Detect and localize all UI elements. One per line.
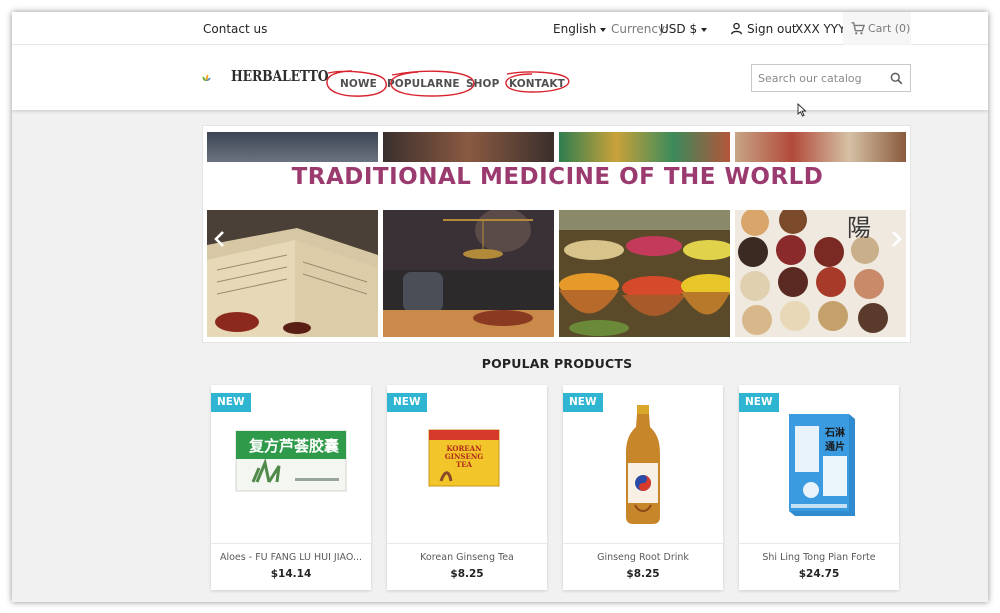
browser-page: Contact us English Currency: USD $ Sign … bbox=[12, 12, 988, 602]
banner-photo-scale bbox=[383, 210, 554, 337]
product-image-aloes[interactable]: 复方芦荟胶囊 bbox=[235, 430, 347, 492]
herbaletto-logo[interactable] bbox=[202, 63, 232, 93]
product-name[interactable]: Korean Ginseng Tea bbox=[387, 552, 547, 563]
search-icon[interactable] bbox=[890, 72, 903, 85]
search-field[interactable]: Search our catalog bbox=[751, 64, 911, 92]
banner-title: TRADITIONAL MEDICINE OF THE WORLD bbox=[291, 164, 824, 190]
account-link[interactable]: XXX YYY bbox=[795, 22, 845, 36]
chevron-down-icon bbox=[600, 27, 607, 32]
top-utility-bar: Contact us English Currency: USD $ Sign … bbox=[12, 12, 988, 45]
mouse-cursor-icon bbox=[797, 103, 807, 117]
user-icon bbox=[730, 22, 743, 35]
card-divider bbox=[387, 543, 547, 544]
nav-item-nowe[interactable]: NOWE bbox=[340, 78, 377, 90]
contact-us-link[interactable]: Contact us bbox=[203, 22, 267, 36]
banner-photo-herb-bowls bbox=[735, 132, 906, 162]
svg-text:陽: 陽 bbox=[847, 214, 871, 242]
banner-photo-spice-market bbox=[559, 132, 730, 162]
language-label: English bbox=[553, 22, 597, 36]
carousel-next-chevron-icon[interactable] bbox=[889, 230, 903, 248]
new-badge: NEW bbox=[563, 393, 603, 412]
language-selector[interactable]: English bbox=[553, 22, 607, 36]
product-image-korean-ginseng-tea[interactable]: KOREAN GINSENG TEA bbox=[427, 426, 503, 490]
currency-selector[interactable]: USD $ bbox=[660, 22, 708, 36]
site-header: HERBALETTO NOWE POPULARNE SHOP KONTAKT S… bbox=[12, 45, 988, 110]
new-badge: NEW bbox=[211, 393, 251, 412]
product-price: $14.14 bbox=[270, 568, 312, 580]
nav-item-kontakt[interactable]: KONTAKT bbox=[509, 78, 565, 90]
svg-text:复方芦荟胶囊: 复方芦荟胶囊 bbox=[248, 437, 340, 455]
product-price: $24.75 bbox=[798, 568, 840, 580]
product-name[interactable]: Aloes - FU FANG LU HUI JIAO... bbox=[211, 552, 371, 563]
cart-button[interactable]: Cart (0) bbox=[843, 12, 911, 45]
banner-photo-herb-bowls-grid: 陽 bbox=[735, 210, 906, 337]
nav-item-shop[interactable]: SHOP bbox=[466, 78, 499, 90]
product-card[interactable]: 复方芦荟胶囊 NEW Aloes - FU FANG LU HUI JIAO..… bbox=[211, 385, 371, 590]
product-card[interactable]: KOREAN GINSENG TEA NEW Korean Ginseng Te… bbox=[387, 385, 547, 590]
hero-carousel[interactable]: TRADITIONAL MEDICINE OF THE WORLD 陽 bbox=[202, 125, 911, 343]
card-divider bbox=[563, 543, 723, 544]
product-card[interactable]: NEW Ginseng Root Drink $8.25 bbox=[563, 385, 723, 590]
shopping-cart-icon bbox=[851, 22, 865, 35]
product-name[interactable]: Ginseng Root Drink bbox=[563, 552, 723, 563]
product-price: $8.25 bbox=[626, 568, 660, 580]
product-image-ginseng-root-drink[interactable] bbox=[623, 405, 663, 525]
carousel-prev-chevron-icon[interactable] bbox=[213, 230, 227, 248]
banner-photo-spice-pots bbox=[559, 210, 730, 337]
product-price: $8.25 bbox=[450, 568, 484, 580]
banner-photo-herbalist bbox=[383, 132, 554, 162]
banner-photo-bottles bbox=[207, 132, 378, 162]
product-image-shi-ling-tong-pian[interactable]: 石淋 通片 bbox=[783, 410, 859, 520]
logo-text: HERBALETTO bbox=[231, 68, 329, 85]
card-divider bbox=[211, 543, 371, 544]
cart-label: Cart (0) bbox=[868, 22, 911, 35]
chevron-down-icon bbox=[701, 27, 708, 32]
banner-photo-old-book bbox=[207, 210, 378, 337]
card-divider bbox=[739, 543, 899, 544]
svg-text:石淋: 石淋 bbox=[824, 426, 845, 439]
sign-out-link[interactable]: Sign out bbox=[747, 22, 797, 36]
popular-products-heading: POPULAR PRODUCTS bbox=[481, 356, 633, 371]
new-badge: NEW bbox=[387, 393, 427, 412]
product-name[interactable]: Shi Ling Tong Pian Forte bbox=[739, 552, 899, 563]
nav-item-popularne[interactable]: POPULARNE bbox=[387, 78, 460, 90]
search-placeholder: Search our catalog bbox=[758, 72, 862, 85]
currency-value: USD $ bbox=[660, 22, 698, 36]
product-card[interactable]: 石淋 通片 NEW Shi Ling Tong Pian Forte $24.7… bbox=[739, 385, 899, 590]
svg-text:TEA: TEA bbox=[456, 460, 473, 469]
svg-text:通片: 通片 bbox=[825, 440, 845, 453]
new-badge: NEW bbox=[739, 393, 779, 412]
